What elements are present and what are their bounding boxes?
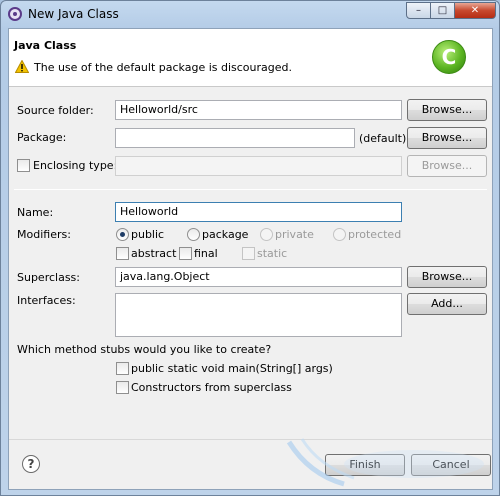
modifier-final-label: final <box>194 247 218 260</box>
separator <box>14 189 487 190</box>
superclass-browse-button[interactable]: Browse... <box>407 266 487 288</box>
wizard-header: Java Class The use of the default packag… <box>9 29 492 87</box>
eclipse-app-icon <box>8 7 22 21</box>
dialog-content: Java Class The use of the default packag… <box>8 28 493 490</box>
modifier-public-label: public <box>131 228 165 241</box>
enclosing-type-field <box>115 156 402 176</box>
modifiers-label: Modifiers: <box>17 228 71 241</box>
finish-button[interactable]: Finish <box>325 454 405 476</box>
superclass-field[interactable]: java.lang.Object <box>115 267 402 287</box>
name-label: Name: <box>17 206 54 219</box>
source-folder-label: Source folder: <box>17 104 94 117</box>
cancel-button[interactable]: Cancel <box>411 454 491 476</box>
java-class-badge-icon: C <box>432 40 466 74</box>
stub-main-checkbox[interactable] <box>116 362 129 375</box>
warning-message: The use of the default package is discou… <box>34 61 293 74</box>
modifier-final-checkbox[interactable] <box>179 247 192 260</box>
name-field[interactable]: Helloworld <box>115 202 402 222</box>
help-icon[interactable]: ? <box>22 455 40 473</box>
package-default-label: (default) <box>359 132 407 145</box>
stub-constructors-label: Constructors from superclass <box>131 381 292 394</box>
modifier-protected-radio <box>333 228 346 241</box>
modifier-abstract-label: abstract <box>131 247 177 260</box>
modifier-protected-label: protected <box>348 228 402 241</box>
modifier-static-checkbox <box>242 247 255 260</box>
enclosing-type-checkbox[interactable] <box>17 159 30 172</box>
interfaces-label: Interfaces: <box>17 294 76 307</box>
wizard-title: Java Class <box>14 39 77 52</box>
method-stubs-question: Which method stubs would you like to cre… <box>17 343 272 356</box>
modifier-abstract-checkbox[interactable] <box>116 247 129 260</box>
modifier-package-label: package <box>202 228 249 241</box>
modifier-private-radio <box>260 228 273 241</box>
close-button[interactable]: ✕ <box>454 2 496 19</box>
modifier-private-label: private <box>275 228 314 241</box>
source-folder-field[interactable]: Helloworld/src <box>115 100 402 120</box>
package-label: Package: <box>17 131 67 144</box>
enclosing-type-label: Enclosing type: <box>33 159 118 172</box>
modifier-package-radio[interactable] <box>187 228 200 241</box>
minimize-button[interactable]: – <box>406 2 431 19</box>
dialog-window: New Java Class – □ ✕ Java Class The use … <box>0 0 500 496</box>
interfaces-add-button[interactable]: Add... <box>407 293 487 315</box>
package-browse-button[interactable]: Browse... <box>407 127 487 149</box>
maximize-button[interactable]: □ <box>430 2 455 19</box>
interfaces-list[interactable] <box>115 293 402 337</box>
warning-icon <box>15 60 29 73</box>
enclosing-type-browse-button: Browse... <box>407 155 487 177</box>
footer-separator <box>9 439 492 440</box>
modifier-static-label: static <box>257 247 288 260</box>
stub-main-label: public static void main(String[] args) <box>131 362 333 375</box>
stub-constructors-checkbox[interactable] <box>116 381 129 394</box>
modifier-public-radio[interactable] <box>116 228 129 241</box>
package-field[interactable] <box>115 128 355 148</box>
window-title: New Java Class <box>28 7 119 21</box>
superclass-label: Superclass: <box>17 271 80 284</box>
source-folder-browse-button[interactable]: Browse... <box>407 99 487 121</box>
title-bar[interactable]: New Java Class – □ ✕ <box>1 1 499 27</box>
